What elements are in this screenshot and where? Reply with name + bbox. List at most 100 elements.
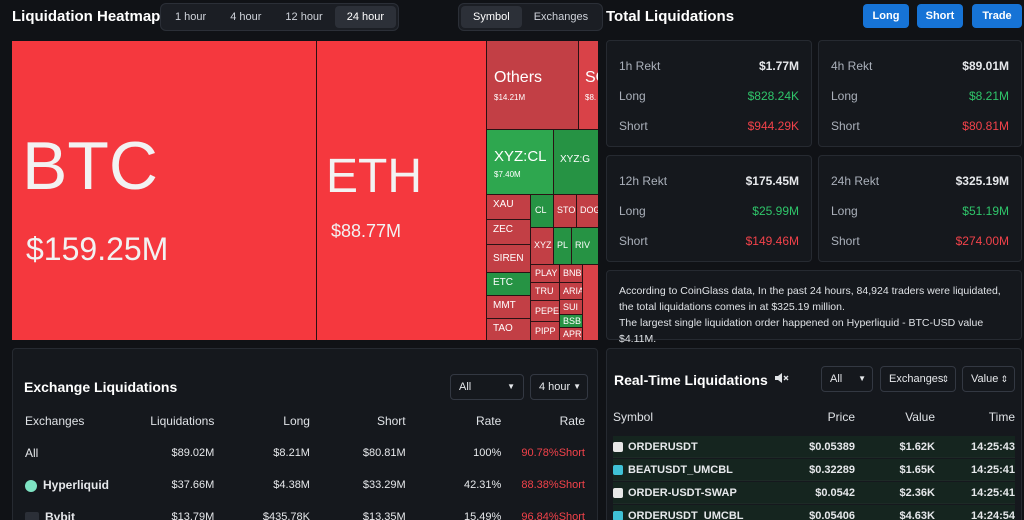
tile-symbol: ETH (326, 150, 422, 203)
column-header: Price (827, 410, 855, 424)
heatmap-tile[interactable]: TRU (531, 283, 559, 300)
tile-symbol: PEPE (535, 306, 559, 316)
table-row[interactable]: ORDERUSDT $0.05389 $1.62K 14:25:43 (613, 436, 1015, 458)
heatmap-tile[interactable]: SUI (560, 300, 582, 314)
tile-value: $88.77M (331, 221, 402, 241)
short-button[interactable]: Short (917, 4, 963, 28)
long-value: $435.78K (262, 511, 310, 520)
heatmap-tile-xyz-g[interactable]: XYZ:G (554, 130, 598, 194)
table-row[interactable]: ORDERUSDT_UMCBL $0.05406 $4.63K 14:24:54 (613, 505, 1015, 520)
tab-exchanges[interactable]: Exchanges (522, 6, 600, 28)
realtime-table-header: Symbol Price Value Time (613, 407, 1015, 427)
heatmap-tile[interactable]: CL (531, 195, 553, 227)
heatmap-tile[interactable]: DOG (577, 195, 598, 227)
heatmap-tile[interactable]: PLAY (531, 265, 559, 282)
heatmap-tile[interactable]: PIPP (531, 322, 559, 340)
heatmap-tile-xyz-cl[interactable]: XYZ:CL $7.40M (487, 130, 553, 194)
heatmap-tile[interactable]: RIV (572, 228, 598, 264)
heatmap-tile-btc[interactable]: BTC $159.25M (12, 41, 316, 340)
rekt-label: 24h Rekt (831, 174, 880, 188)
heatmap-tile[interactable]: XYZ (531, 228, 553, 264)
heatmap-tile[interactable]: TAO (487, 319, 530, 340)
rate-value: 15.49% (463, 511, 502, 520)
heatmap-tile[interactable]: BSB (560, 315, 582, 327)
tab-4-hour[interactable]: 4 hour (218, 6, 273, 28)
short-value: $33.29M (362, 479, 406, 491)
time-value: 14:25:41 (970, 463, 1015, 476)
tile-symbol: MMT (493, 300, 516, 311)
rekt-card-12h: 12h Rekt $175.45M Long $25.99M Short $149.4… (606, 155, 812, 262)
tab-12-hour[interactable]: 12 hour (273, 6, 334, 28)
heatmap-tile[interactable] (583, 265, 598, 340)
symbol-cell: ORDERUSDT_UMCBL (613, 510, 763, 520)
heatmap-tile[interactable]: XAU (487, 195, 530, 219)
realtime-filter-select[interactable]: All ▼ (821, 366, 873, 392)
tile-symbol: ARIA (563, 286, 582, 296)
trade-button[interactable]: Trade (972, 4, 1022, 28)
symbol-name: BEATUSDT_UMCBL (628, 463, 733, 476)
exchange-cell: Bybit (25, 510, 115, 520)
short-value: $80.81M (362, 447, 406, 459)
liquidation-heatmap: BTC $159.25M ETH $88.77M Others $14.21M … (12, 41, 598, 340)
heatmap-tile[interactable]: SIREN (487, 245, 530, 272)
table-row[interactable]: BEATUSDT_UMCBL $0.32289 $1.65K 14:25:41 (613, 459, 1015, 481)
rekt-short-value: $149.46M (745, 234, 799, 248)
mute-icon[interactable] (773, 370, 789, 386)
realtime-exchanges-select[interactable]: Exchanges ⇕ (880, 366, 956, 392)
heatmap-tile[interactable]: BNB (560, 265, 582, 282)
rekt-total: $175.45M (745, 174, 799, 188)
table-row[interactable]: Bybit $13.79M $435.78K $13.35M 15.49% 96… (25, 505, 585, 520)
realtime-liquidations-panel: Real-Time Liquidations All ▼ Exchanges ⇕… (606, 348, 1022, 520)
tile-symbol: CL (535, 205, 547, 215)
tile-symbol: ZEC (493, 224, 513, 235)
rekt-total: $1.77M (758, 59, 799, 73)
rekt-card-1h: 1h Rekt $1.77M Long $828.24K Short $944.29K (606, 40, 812, 147)
table-header: Exchanges Liquidations Long Short Rate R… (25, 409, 585, 433)
rekt-short-value: $274.00M (955, 234, 1009, 248)
tile-symbol: PLAY (535, 268, 558, 278)
exchange-name: Hyperliquid (43, 478, 110, 492)
price-value: $0.32289 (809, 463, 855, 476)
table-row[interactable]: ORDER-USDT-SWAP $0.0542 $2.36K 14:25:41 (613, 482, 1015, 504)
heatmap-tile-so[interactable]: SO $8. (579, 41, 598, 129)
exchange-liquidations-title: Exchange Liquidations (24, 379, 178, 395)
time-value: 14:25:41 (970, 486, 1015, 499)
tile-symbol: SUI (563, 302, 579, 312)
long-button[interactable]: Long (863, 4, 909, 28)
heatmap-tile[interactable]: ETC (487, 273, 530, 295)
tile-symbol: ETC (493, 277, 513, 288)
short-label: Short (619, 119, 648, 133)
period-select[interactable]: 4 hour ▼ (530, 374, 588, 400)
table-row[interactable]: Hyperliquid $37.66M $4.38M $33.29M 42.31… (25, 473, 585, 497)
price-value: $0.05389 (809, 440, 855, 453)
heatmap-tile[interactable]: MMT (487, 296, 530, 318)
exchange-filter-select[interactable]: All ▼ (450, 374, 524, 400)
heatmap-tile[interactable]: PL (554, 228, 571, 264)
heatmap-tile[interactable]: ARIA (560, 283, 582, 299)
select-value: 4 hour (539, 381, 571, 393)
tab-1-hour[interactable]: 1 hour (163, 6, 218, 28)
tab-symbol[interactable]: Symbol (461, 6, 522, 28)
long-label: Long (619, 89, 646, 103)
rekt-long-value: $8.21M (968, 89, 1009, 103)
tile-symbol: XAU (493, 199, 514, 210)
tab-24-hour[interactable]: 24 hour (334, 6, 397, 28)
select-value: Value (971, 373, 999, 385)
realtime-value-select[interactable]: Value ⇕ (962, 366, 1015, 392)
heatmap-tile-eth[interactable]: ETH $88.77M (317, 41, 486, 340)
rekt-total: $89.01M (962, 59, 1009, 73)
rate-value: 100% (473, 447, 502, 459)
column-header: Rate (475, 414, 502, 428)
sort-icon: ⇕ (1000, 374, 1008, 384)
summary-text: According to CoinGlass data, In the past… (619, 285, 1001, 313)
column-header: Rate (559, 414, 585, 428)
value-amount: $4.63K (899, 509, 935, 520)
heatmap-tile[interactable]: STO (554, 195, 576, 227)
symbol-cell: ORDER-USDT-SWAP (613, 487, 763, 499)
heatmap-tile[interactable]: PEPE (531, 301, 559, 321)
table-row[interactable]: All $89.02M $8.21M $80.81M 100% 90.78%Sh… (25, 441, 585, 465)
column-header: Exchanges (25, 414, 85, 428)
heatmap-tile-others[interactable]: Others $14.21M (487, 41, 578, 129)
heatmap-tile[interactable]: APR (560, 328, 582, 340)
heatmap-tile[interactable]: ZEC (487, 220, 530, 244)
